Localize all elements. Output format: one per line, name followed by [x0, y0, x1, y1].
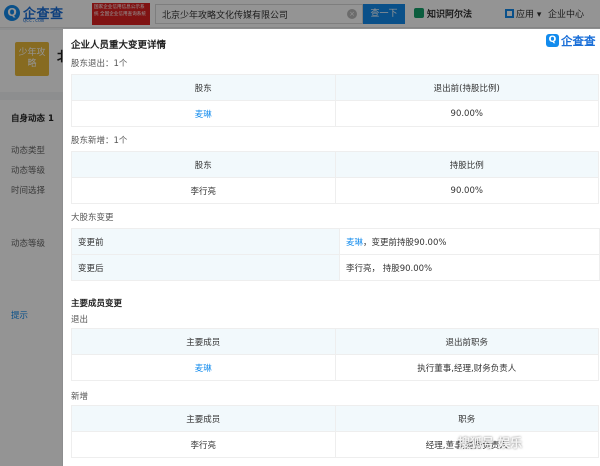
- qcc-logo-icon: Q: [546, 34, 559, 47]
- table-header: 持股比例: [334, 151, 599, 178]
- table-cell: 李行亮: [71, 177, 336, 204]
- table-header: 退出前(持股比例): [334, 74, 599, 101]
- member-exit-label: 退出: [71, 315, 89, 325]
- table-header: 股东: [71, 151, 336, 178]
- table-cell: 执行董事,经理,财务负责人: [334, 354, 599, 381]
- table-header-row: 股东 退出前(持股比例): [71, 74, 599, 101]
- table-header: 职务: [334, 405, 599, 432]
- modal-title: 企业人员重大变更详情: [71, 40, 167, 51]
- major-shareholder-change-label: 大股东变更: [71, 213, 114, 223]
- table-cell: 李行亮: [71, 431, 336, 458]
- table-cell: 90.00%: [334, 100, 599, 127]
- major-change-table: 变更前 麦琳，变更前持股90.00% 变更后 李行亮， 持股90.00%: [71, 228, 600, 281]
- watermark: 搜狐号 娱乐: [445, 434, 522, 451]
- member-name-link[interactable]: 麦琳: [71, 354, 336, 381]
- table-row: 变更前 麦琳，变更前持股90.00%: [71, 228, 600, 255]
- table-header-row: 股东 持股比例: [71, 151, 599, 178]
- member-exit-table: 主要成员 退出前职务 麦琳 执行董事,经理,财务负责人: [71, 328, 599, 381]
- table-row: 李行亮 90.00%: [71, 177, 599, 204]
- table-header-row: 主要成员 退出前职务: [71, 328, 599, 355]
- change-before-label: 变更前: [71, 228, 340, 255]
- shareholder-new-table: 股东 持股比例 李行亮 90.00%: [71, 151, 599, 204]
- member-change-label: 主要成员变更: [71, 299, 123, 309]
- watermark-text: 搜狐号 娱乐: [458, 436, 523, 450]
- change-before-text: ，变更前持股90.00%: [363, 237, 447, 248]
- table-header: 主要成员: [71, 405, 336, 432]
- change-before-value: 麦琳，变更前持股90.00%: [339, 228, 600, 255]
- table-row: 麦琳 90.00%: [71, 100, 599, 127]
- shareholder-exit-table: 股东 退出前(持股比例) 麦琳 90.00%: [71, 74, 599, 127]
- modal-logo-text: 企查查: [561, 34, 596, 48]
- table-row: 麦琳 执行董事,经理,财务负责人: [71, 354, 599, 381]
- change-after-value: 李行亮， 持股90.00%: [339, 254, 600, 281]
- table-header: 股东: [71, 74, 336, 101]
- shareholder-exit-label: 股东退出：1个: [71, 59, 128, 69]
- change-detail-modal: 企业人员重大变更详情 Q 企查查 股东退出：1个 股东 退出前(持股比例) 麦琳…: [63, 29, 600, 466]
- watermark-icon: [445, 437, 456, 448]
- change-after-label: 变更后: [71, 254, 340, 281]
- shareholder-new-label: 股东新增：1个: [71, 136, 128, 146]
- table-header: 主要成员: [71, 328, 336, 355]
- table-header: 退出前职务: [334, 328, 599, 355]
- member-new-label: 新增: [71, 392, 89, 402]
- shareholder-name-link[interactable]: 麦琳: [346, 238, 363, 248]
- shareholder-name-link[interactable]: 麦琳: [71, 100, 336, 127]
- modal-qcc-logo: Q 企查查: [546, 33, 600, 49]
- table-header-row: 主要成员 职务: [71, 405, 599, 432]
- table-row: 变更后 李行亮， 持股90.00%: [71, 254, 600, 281]
- table-cell: 90.00%: [334, 177, 599, 204]
